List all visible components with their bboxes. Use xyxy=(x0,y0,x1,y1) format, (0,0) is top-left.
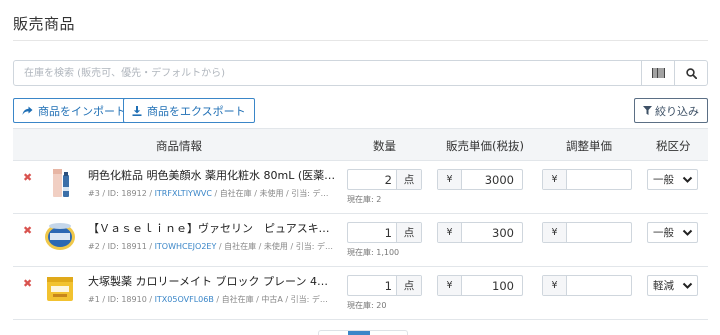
tax-category-value: 一般 xyxy=(653,227,674,239)
search-icon xyxy=(685,67,697,79)
inventory-search-bar xyxy=(13,60,708,86)
header-adjusted-price: 調整単価 xyxy=(566,139,612,153)
quantity-unit: 点 xyxy=(396,223,421,242)
product-meta-prefix: #3 / ID: 18912 / xyxy=(88,189,155,198)
product-meta-suffix: / 自社在庫 / 未使用 / 引当: デフォルト xyxy=(218,242,333,251)
product-name: 【Ｖａｓｅｌｉｎｅ】ヴァセリン ピュアスキンジェリー 80g xyxy=(88,222,338,235)
delete-row-icon[interactable]: ✖ xyxy=(23,171,32,184)
sale-price-input[interactable] xyxy=(462,276,522,295)
currency-label: ¥ xyxy=(438,223,462,242)
sale-price-field: ¥ xyxy=(437,169,523,190)
page-title: 販売商品 xyxy=(13,15,76,33)
product-meta: #1 / ID: 18910 / ITX05OVFL06B / 自社在庫 / 中… xyxy=(88,294,333,305)
import-products-label: 商品をインポート xyxy=(38,104,126,118)
tax-category-select[interactable]: 一般 xyxy=(647,222,698,243)
currency-label: ¥ xyxy=(543,223,567,242)
share-arrow-icon xyxy=(22,106,33,115)
table-row: ✖ 大塚製薬 カロリーメイト ブロック プレーン 4本×10箱 #1 / ID:… xyxy=(13,267,708,320)
download-icon xyxy=(132,105,142,116)
product-name: 大塚製薬 カロリーメイト ブロック プレーン 4本×10箱 xyxy=(88,275,338,288)
barcode-icon xyxy=(651,68,665,78)
adjusted-price-input[interactable] xyxy=(567,276,631,295)
chevron-down-icon xyxy=(682,282,693,289)
adjusted-price-field: ¥ xyxy=(542,275,632,296)
adjusted-price-field: ¥ xyxy=(542,222,632,243)
product-thumbnail xyxy=(45,223,75,250)
delete-row-icon[interactable]: ✖ xyxy=(23,224,32,237)
stock-count: 現在庫: 20 xyxy=(347,301,387,310)
export-products-button[interactable]: 商品をエクスポート xyxy=(123,98,255,123)
adjusted-price-input[interactable] xyxy=(567,170,631,189)
product-meta-prefix: #2 / ID: 18911 / xyxy=(88,242,155,251)
product-thumbnail xyxy=(47,277,73,301)
currency-label: ¥ xyxy=(438,170,462,189)
header-tax: 税区分 xyxy=(656,139,691,153)
tax-category-value: 軽減 xyxy=(653,280,674,292)
product-code-link[interactable]: ITX05OVFL06B xyxy=(155,295,214,304)
product-meta-prefix: #1 / ID: 18910 / xyxy=(88,295,155,304)
filter-label: 絞り込み xyxy=(655,104,699,118)
quantity-field: 点 xyxy=(347,222,422,243)
tax-category-select[interactable]: 軽減 xyxy=(647,275,698,296)
tax-category-select[interactable]: 一般 xyxy=(647,169,698,190)
product-code-link[interactable]: ITRFXLTIYWVC xyxy=(155,189,212,198)
adjusted-price-input[interactable] xyxy=(567,223,631,242)
product-meta: #3 / ID: 18912 / ITRFXLTIYWVC / 自社在庫 / 未… xyxy=(88,188,333,199)
stock-count: 現在庫: 1,100 xyxy=(347,248,400,257)
stock-count: 現在庫: 2 xyxy=(347,195,382,204)
search-button[interactable] xyxy=(674,61,707,85)
table-row: ✖ 明色化粧品 明色美顔水 薬用化粧水 80mL (医薬部外品) #3 / ID… xyxy=(13,161,708,214)
quantity-unit: 点 xyxy=(396,276,421,295)
product-name: 明色化粧品 明色美顔水 薬用化粧水 80mL (医薬部外品) xyxy=(88,169,338,182)
quantity-input[interactable] xyxy=(348,170,396,189)
barcode-scan-button[interactable] xyxy=(641,61,674,85)
header-quantity: 数量 xyxy=(373,139,396,153)
quantity-input[interactable] xyxy=(348,223,396,242)
header-product: 商品情報 xyxy=(156,139,202,153)
sale-price-input[interactable] xyxy=(462,170,522,189)
filter-button[interactable]: 絞り込み xyxy=(634,98,708,123)
quantity-unit: 点 xyxy=(396,170,421,189)
sale-price-field: ¥ xyxy=(437,222,523,243)
chevron-down-icon xyxy=(682,176,693,183)
product-meta-suffix: / 自社在庫 / 中古A / 引当: デフォルト xyxy=(216,295,333,304)
product-meta-suffix: / 自社在庫 / 未使用 / 引当: デフォルト xyxy=(214,189,333,198)
currency-label: ¥ xyxy=(543,170,567,189)
product-meta: #2 / ID: 18911 / ITOWHCEJO2EY / 自社在庫 / 未… xyxy=(88,241,333,252)
pagination-current-page[interactable] xyxy=(348,331,370,335)
export-products-label: 商品をエクスポート xyxy=(147,104,246,118)
import-products-button[interactable]: 商品をインポート xyxy=(13,98,135,123)
product-thumbnail xyxy=(53,169,69,197)
sale-price-field: ¥ xyxy=(437,275,523,296)
currency-label: ¥ xyxy=(543,276,567,295)
quantity-field: 点 xyxy=(347,275,422,296)
adjusted-price-field: ¥ xyxy=(542,169,632,190)
table-row: ✖ 【Ｖａｓｅｌｉｎｅ】ヴァセリン ピュアスキンジェリー 80g #2 / ID… xyxy=(13,214,708,267)
tax-category-value: 一般 xyxy=(653,174,674,186)
filter-icon xyxy=(643,106,652,115)
chevron-down-icon xyxy=(682,229,693,236)
header-price: 販売単価(税抜) xyxy=(446,139,524,153)
product-code-link[interactable]: ITOWHCEJO2EY xyxy=(155,242,217,251)
sales-products-table: 商品情報 数量 販売単価(税抜) 調整単価 税区分 ✖ 明色化粧品 明色美顔水 … xyxy=(13,128,708,320)
sale-price-input[interactable] xyxy=(462,223,522,242)
title-divider xyxy=(13,40,708,41)
delete-row-icon[interactable]: ✖ xyxy=(23,277,32,290)
inventory-search-input[interactable] xyxy=(14,61,641,85)
quantity-input[interactable] xyxy=(348,276,396,295)
quantity-field: 点 xyxy=(347,169,422,190)
table-header: 商品情報 数量 販売単価(税抜) 調整単価 税区分 xyxy=(13,128,708,161)
currency-label: ¥ xyxy=(438,276,462,295)
